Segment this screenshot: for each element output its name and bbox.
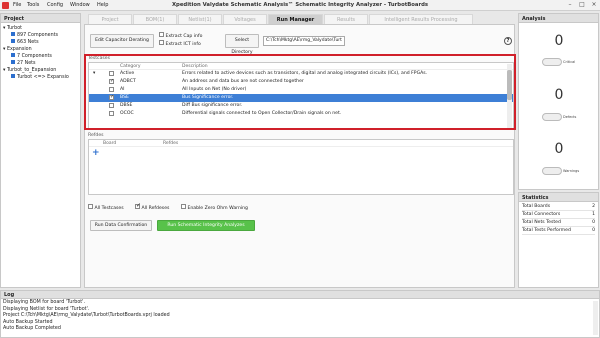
project-panel-title: Project: [1, 14, 80, 23]
tab-netlist[interactable]: Netlist(1): [178, 14, 222, 24]
run-schematic-integrity-analyzes-button[interactable]: Run Schematic Integrity Analyzes: [157, 220, 255, 231]
all-testcases-checkbox[interactable]: [88, 204, 93, 209]
warnings-label: Warnings: [563, 169, 580, 173]
tab-project[interactable]: Project: [88, 14, 132, 24]
statistics-panel-title: Statistics: [519, 193, 598, 202]
refdes-column-header: Refdes: [163, 141, 179, 146]
statistic-value: 0: [592, 220, 595, 225]
tree-child-node[interactable]: 27 Nets: [3, 60, 78, 67]
maximize-icon[interactable]: □: [578, 1, 586, 9]
zero-ohm-option[interactable]: Enable Zero Ohm Warning: [181, 204, 248, 211]
select-directory-button[interactable]: Select Directory: [225, 34, 259, 55]
statistic-value: 1: [592, 212, 595, 217]
log-panel: Log Displaying BOM for board 'Turbot'. Di…: [0, 290, 600, 338]
statistic-label: Total Boards: [522, 204, 551, 209]
tree-board-node[interactable]: ▾ Turbot_to_Expansion: [3, 67, 78, 74]
tree-child-node[interactable]: 7 Components: [3, 53, 78, 60]
tree-board-node[interactable]: ▾ Expansion: [3, 46, 78, 53]
extract-cap-checkbox[interactable]: [159, 32, 164, 37]
minimize-icon[interactable]: –: [566, 1, 574, 9]
add-refdes-icon[interactable]: +: [92, 149, 100, 158]
tab-intelligent-results[interactable]: Intelligent Results Processing: [369, 14, 473, 24]
extract-ict-checkbox[interactable]: [159, 40, 164, 45]
statistic-row: Total Connectors 1: [522, 211, 595, 219]
log-scrollbar[interactable]: [593, 301, 598, 335]
statistic-label: Total Nets Tested: [522, 220, 561, 225]
help-icon[interactable]: ?: [504, 37, 512, 45]
board-column-header: Board: [103, 141, 117, 146]
log-line: Auto Backup Completed: [3, 326, 61, 331]
statistic-value: 2: [592, 204, 595, 209]
tree-child-node[interactable]: Turbot <=> Expansio: [3, 74, 78, 81]
statistic-row: Total Tests Performed 0: [522, 227, 595, 235]
extract-options: Extract Cap info Extract ICT info: [159, 32, 202, 48]
all-refdes-option[interactable]: ✓ All Refdeses: [135, 202, 169, 211]
project-panel: Project ▾ Turbot 897 Components 663 Nets ▾ …: [0, 13, 81, 288]
analysis-panel-title: Analysis: [519, 14, 598, 23]
statistics-panel: Statistics Total Boards 2 Total Connectors…: [518, 192, 599, 288]
defects-count: 0: [554, 87, 564, 103]
defects-label: Defects: [563, 115, 577, 119]
title-bar: File Tools Config Window Help Xpedition …: [0, 0, 600, 11]
critical-count: 0: [554, 33, 564, 49]
critical-gauge: [542, 58, 562, 66]
critical-label: Critical: [563, 60, 576, 64]
all-testcases-option[interactable]: All Testcases: [88, 204, 124, 211]
testcases-highlight: [84, 54, 516, 130]
warnings-gauge: [542, 167, 562, 175]
run-data-confirmation-button[interactable]: Run Data Confirmation: [90, 220, 152, 231]
tree-child-node[interactable]: 897 Components: [3, 32, 78, 39]
tab-results[interactable]: Results: [324, 14, 368, 24]
extract-cap-option[interactable]: Extract Cap info: [159, 32, 202, 40]
tree-board-node[interactable]: ▾ Turbot: [3, 25, 78, 32]
tab-voltages[interactable]: Voltages: [223, 14, 267, 24]
log-panel-title: Log: [1, 291, 599, 299]
close-icon[interactable]: ×: [590, 1, 598, 9]
zero-ohm-checkbox[interactable]: [181, 204, 186, 209]
project-tree: ▾ Turbot 897 Components 663 Nets ▾ Expansio…: [1, 23, 80, 83]
statistic-row: Total Nets Tested 0: [522, 219, 595, 227]
window-title: Xpedition Valydate Schematic Analysis™ S…: [171, 2, 429, 8]
statistic-label: Total Tests Performed: [522, 228, 571, 233]
tree-child-node[interactable]: 663 Nets: [3, 39, 78, 46]
refdes-table: Board Refdes +: [88, 139, 514, 195]
statistic-row: Total Boards 2: [522, 203, 595, 211]
statistics-list: Total Boards 2 Total Connectors 1 Total Nets…: [519, 202, 598, 236]
tab-bom[interactable]: BOM(1): [133, 14, 177, 24]
all-refdes-checkbox[interactable]: ✓: [135, 202, 141, 209]
edit-capacitor-derating-button[interactable]: Edit Capacitor Derating: [90, 34, 154, 48]
refdes-header: Board Refdes: [89, 140, 513, 147]
warnings-count: 0: [554, 141, 564, 157]
directory-path-field[interactable]: C:\Tch\Mktg\AE\rmg_Valydate\Turt: [263, 36, 345, 46]
tab-run-manager[interactable]: Run Manager: [268, 14, 323, 24]
refdes-label: Refdes: [88, 133, 104, 138]
statistic-label: Total Connectors: [522, 212, 561, 217]
extract-ict-option[interactable]: Extract ICT info: [159, 40, 202, 48]
log-lines: Displaying BOM for board 'Turbot'. Displa…: [1, 299, 599, 334]
statistic-value: 0: [592, 228, 595, 233]
defects-gauge: [542, 113, 562, 121]
